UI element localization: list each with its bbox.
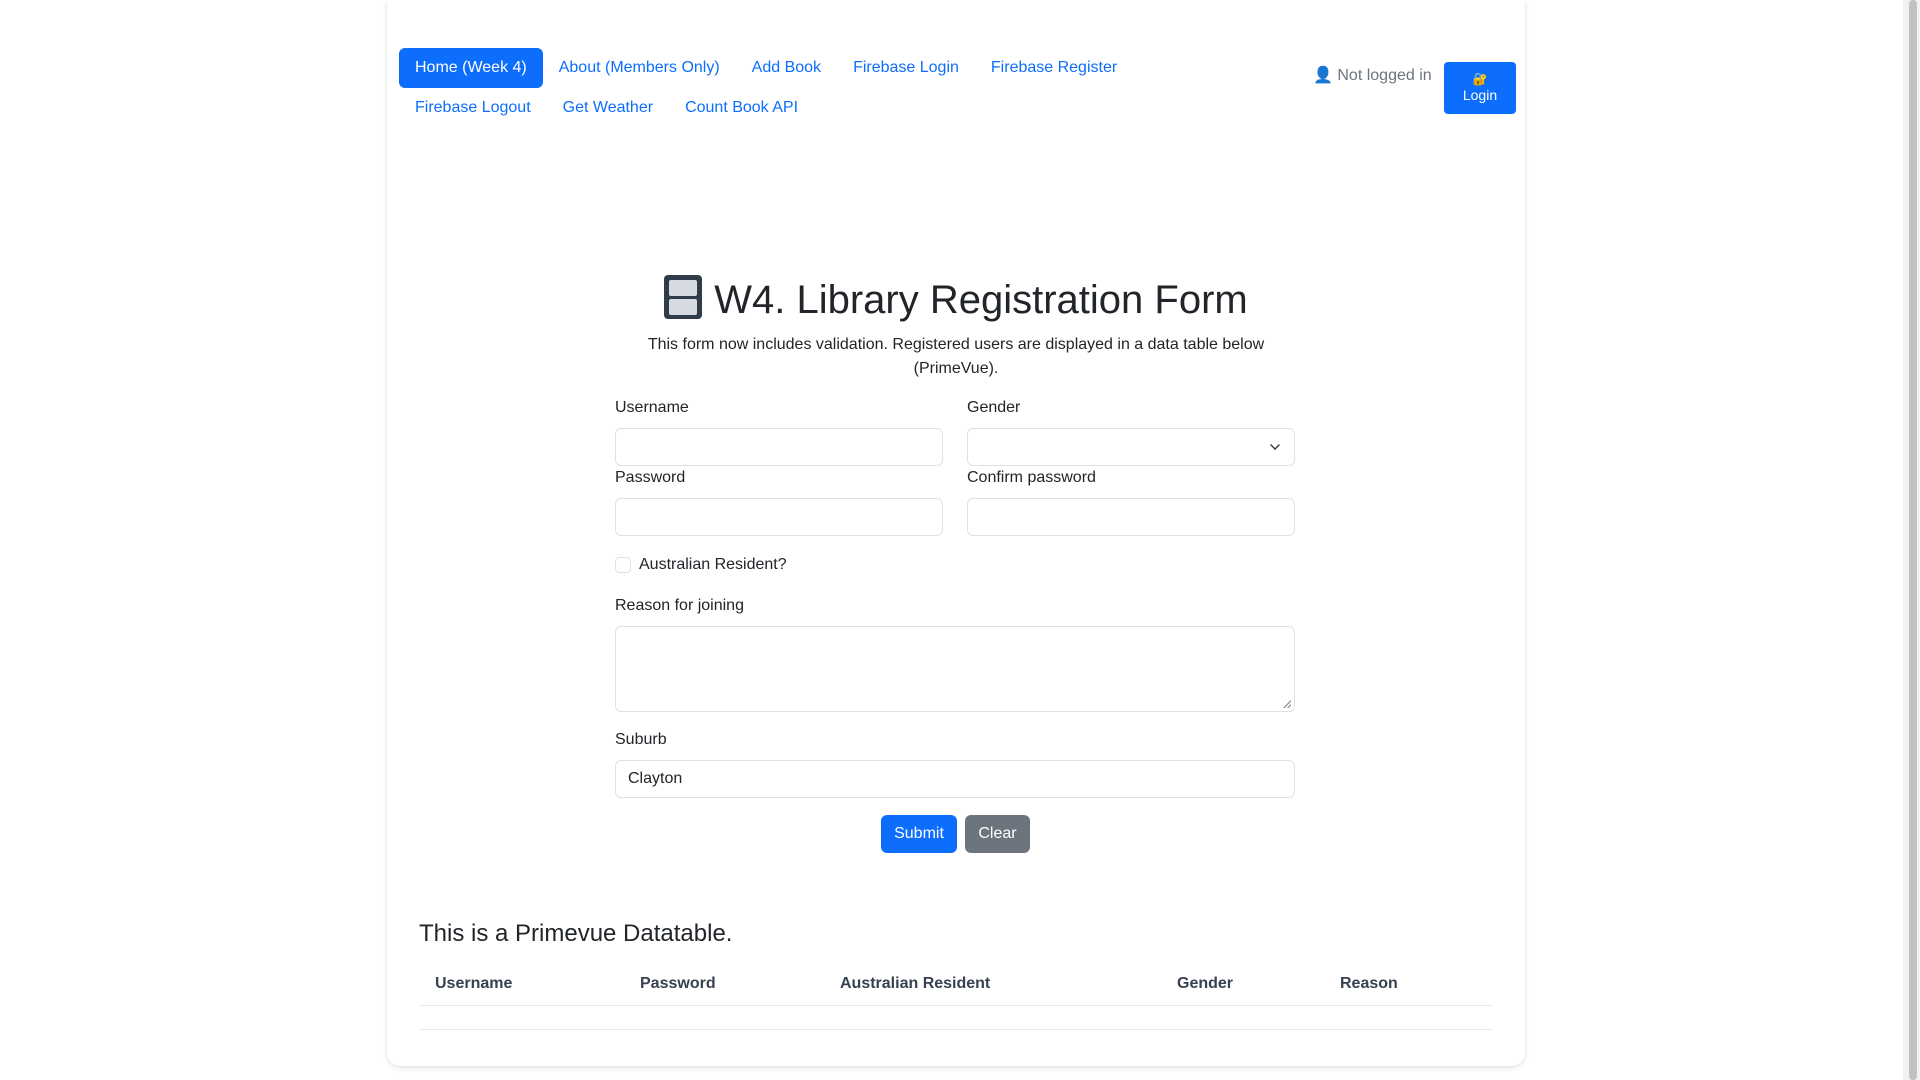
australian-resident-checkbox[interactable] <box>615 557 631 573</box>
password-label: Password <box>615 469 686 486</box>
table-empty-row <box>419 1006 1493 1030</box>
gender-select[interactable] <box>967 428 1295 466</box>
resize-grip-icon[interactable] <box>1283 700 1291 708</box>
file-cabinet-icon <box>664 275 703 319</box>
nav-link-home[interactable]: Home (Week 4) <box>399 48 543 88</box>
scrollbar-thumb[interactable] <box>1909 0 1917 1080</box>
users-datatable: Username Password Australian Resident Ge… <box>419 962 1493 1030</box>
column-header-username[interactable]: Username <box>419 962 624 1005</box>
username-input[interactable] <box>615 428 943 466</box>
reason-textarea[interactable] <box>615 626 1295 712</box>
nav-link-add-book[interactable]: Add Book <box>736 48 837 88</box>
reason-label: Reason for joining <box>615 597 744 614</box>
main-nav: Home (Week 4) About (Members Only) Add B… <box>399 48 1159 128</box>
page-title: W4. Library Registration Form <box>387 272 1525 328</box>
suburb-label: Suburb <box>615 731 667 748</box>
page-title-text: W4. Library Registration Form <box>714 278 1248 322</box>
nav-link-get-weather[interactable]: Get Weather <box>547 88 669 128</box>
user-status: 👤 Not logged in <box>1313 67 1432 84</box>
column-header-gender[interactable]: Gender <box>1161 962 1324 1005</box>
nav-link-about[interactable]: About (Members Only) <box>543 48 736 88</box>
clear-button[interactable]: Clear <box>965 815 1030 853</box>
nav-link-firebase-login[interactable]: Firebase Login <box>837 48 975 88</box>
password-input[interactable] <box>615 498 943 536</box>
nav-link-count-book-api[interactable]: Count Book API <box>669 88 814 128</box>
username-label: Username <box>615 399 689 416</box>
submit-button[interactable]: Submit <box>881 815 957 853</box>
australian-resident-label: Australian Resident? <box>639 556 787 573</box>
nav-link-firebase-register[interactable]: Firebase Register <box>975 48 1133 88</box>
nav-link-firebase-logout[interactable]: Firebase Logout <box>399 88 547 128</box>
suburb-input[interactable] <box>615 760 1295 798</box>
login-label: Login <box>1462 87 1498 103</box>
chevron-down-icon <box>1270 440 1280 450</box>
column-header-password[interactable]: Password <box>624 962 824 1005</box>
page-subtitle: This form now includes validation. Regis… <box>647 336 1265 377</box>
gender-label: Gender <box>967 399 1021 416</box>
login-button[interactable]: 🔐 Login <box>1444 62 1516 114</box>
column-header-australian-resident[interactable]: Australian Resident <box>824 962 1161 1005</box>
confirm-password-label: Confirm password <box>967 469 1096 486</box>
page-scrollbar[interactable] <box>1903 0 1920 1080</box>
main-container: Home (Week 4) About (Members Only) Add B… <box>387 0 1525 1066</box>
column-header-reason[interactable]: Reason <box>1324 962 1493 1005</box>
table-header-row: Username Password Australian Resident Ge… <box>419 962 1493 1006</box>
table-title: This is a Primevue Datatable. <box>419 920 733 947</box>
confirm-password-input[interactable] <box>967 498 1295 536</box>
lock-icon: 🔐 <box>1472 72 1488 86</box>
